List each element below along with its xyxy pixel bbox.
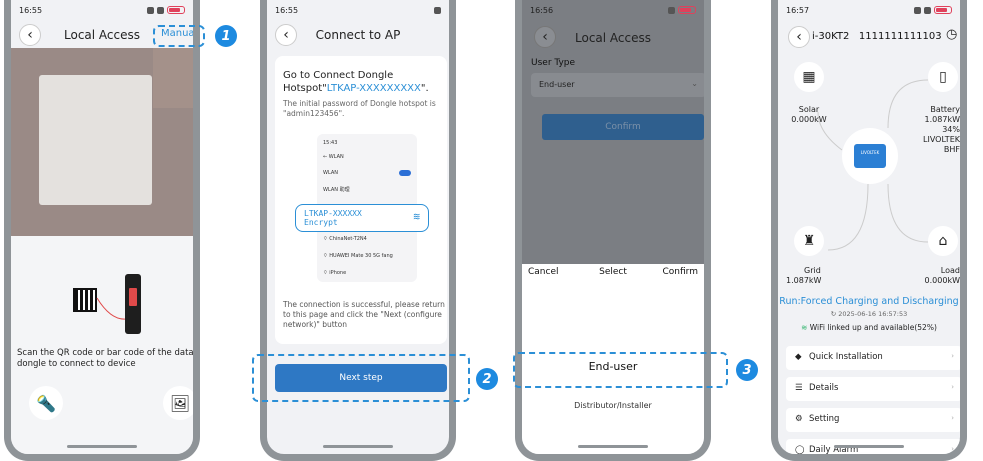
cube-icon: ◆ <box>795 352 802 362</box>
flashlight-button[interactable]: 🔦 <box>29 386 63 420</box>
dimmed-background: 16:56 ‹ Local Access User Type End-user ⌄… <box>522 0 704 264</box>
wifi-net-1: ⌔ ChinaNet-T2N4 <box>323 236 367 242</box>
menu-details[interactable]: ☰ Details › <box>786 377 960 401</box>
inverter-brand: LIVOLTEK <box>860 150 880 155</box>
picker-title: Select <box>599 267 627 277</box>
user-type-label: User Type <box>531 58 576 68</box>
phone-user-type: 16:56 ‹ Local Access User Type End-user ⌄… <box>515 0 711 461</box>
confirm-button[interactable]: Confirm <box>542 114 704 140</box>
status-bar: 16:56 <box>522 0 704 20</box>
status-bar: 16:55 <box>11 0 193 20</box>
password-note: The initial password of Dongle hotspot i… <box>283 99 436 118</box>
chevron-right-icon: › <box>951 352 954 360</box>
status-icon <box>157 6 164 14</box>
solar-info: Solar 0.000kW <box>791 105 827 124</box>
image-icon: 🖼 <box>169 393 191 413</box>
status-time: 16:55 <box>19 5 43 15</box>
menu-daily-alarm[interactable]: ◯ Daily Alarm › <box>786 439 960 455</box>
scan-area: Scan the QR code or bar code of the data… <box>11 236 193 454</box>
wifi-net-2: ⌔ HUAWEI Mate 30 5G fang <box>323 253 393 259</box>
solar-panel-icon: ▦ <box>802 69 816 85</box>
flashlight-icon: 🔦 <box>36 393 56 413</box>
home-indicator <box>834 445 904 448</box>
home-indicator <box>323 445 393 448</box>
inverter-node[interactable] <box>842 128 898 184</box>
camera-status-icon <box>434 6 441 14</box>
menu-quick-installation[interactable]: ◆ Quick Installation › <box>786 346 960 370</box>
menu-setting[interactable]: ⚙ Setting › <box>786 408 960 432</box>
highlight-next-step <box>252 354 470 402</box>
phone-local-access-scan: 16:55 ‹ Local Access Manual Scan the QR … <box>4 0 200 461</box>
battery-info: Battery 1.087kW 34% LIVOLTEK BHF <box>923 105 960 154</box>
grid-tower-icon: ♜ <box>802 233 816 249</box>
status-icon <box>668 6 675 14</box>
gear-icon: ⚙ <box>795 414 803 424</box>
qr-code-icon <box>73 288 97 312</box>
instruction-card: Go to Connect Dongle Hotspot"LTKAP-XXXXX… <box>275 56 447 344</box>
load-node[interactable]: ⌂ <box>928 226 958 256</box>
home-indicator <box>578 445 648 448</box>
device-panel-image <box>39 75 152 205</box>
picker-toolbar: Cancel Select Confirm <box>522 264 704 284</box>
status-time: 16:55 <box>275 5 299 15</box>
chevron-right-icon: › <box>951 445 954 453</box>
chevron-right-icon: › <box>951 414 954 422</box>
highlight-manual <box>153 25 205 47</box>
wlan-header: ← WLAN <box>323 154 344 160</box>
wifi-net-3: ⌔ iPhone <box>323 270 347 276</box>
timestamp: ↻ 2025-06-16 16:57:53 <box>830 310 908 318</box>
wifi-status: ≋ WiFi linked up and available(52%) <box>801 323 937 332</box>
home-indicator <box>67 445 137 448</box>
user-type-select[interactable]: End-user ⌄ <box>531 73 704 97</box>
page-title: Connect to AP <box>315 28 401 42</box>
wlan-toggle <box>399 170 411 176</box>
gallery-button[interactable]: 🖼 <box>163 386 193 420</box>
hotspot-heading: Go to Connect Dongle Hotspot"LTKAP-XXXXX… <box>283 70 429 94</box>
scan-instruction: Scan the QR code or bar code of the data… <box>17 348 194 369</box>
status-icon <box>147 6 154 14</box>
solar-node[interactable]: ▦ <box>794 62 824 92</box>
battery-icon <box>678 6 696 14</box>
chevron-right-icon: › <box>951 383 954 391</box>
step-badge-3: 3 <box>736 359 758 381</box>
picker-option-distributor[interactable]: Distributor/Installer <box>522 401 704 410</box>
hotspot-pill: LTKAP-XXXXXX Encrypt ≋ <box>295 204 429 232</box>
step-badge-1: 1 <box>215 25 237 47</box>
success-note: The connection is successful, please ret… <box>283 300 445 329</box>
sliders-icon: ☰ <box>795 383 803 393</box>
run-status: Run:Forced Charging and Discharging <box>779 296 959 307</box>
battery-icon <box>167 6 185 14</box>
home-icon: ⌂ <box>938 233 948 249</box>
camera-preview <box>11 48 193 236</box>
battery-node-icon: ▯ <box>939 69 947 85</box>
page-title: Local Access <box>575 31 651 45</box>
grid-info: Grid 1.087kW <box>786 266 822 285</box>
dongle-image <box>125 274 141 334</box>
highlight-end-user <box>513 352 728 388</box>
wifi-icon: ≋ <box>801 323 810 332</box>
wifi-icon: ≋ <box>413 210 420 223</box>
battery-node[interactable]: ▯ <box>928 62 958 92</box>
status-bar: 16:55 <box>267 0 449 20</box>
load-info: Load 0.000kW <box>924 266 960 285</box>
step-badge-2: 2 <box>476 368 498 390</box>
hotspot-name: LTKAP-XXXXXXXXX <box>326 83 421 94</box>
phone-device-overview: 16:57 ‹ i-30KT2 1111111111103 ◷ ▦ Solar 0… <box>771 0 967 461</box>
status-time: 16:56 <box>530 5 554 15</box>
grid-node[interactable]: ♜ <box>794 226 824 256</box>
chevron-down-icon: ⌄ <box>691 79 698 88</box>
bell-icon: ◯ <box>795 445 805 455</box>
